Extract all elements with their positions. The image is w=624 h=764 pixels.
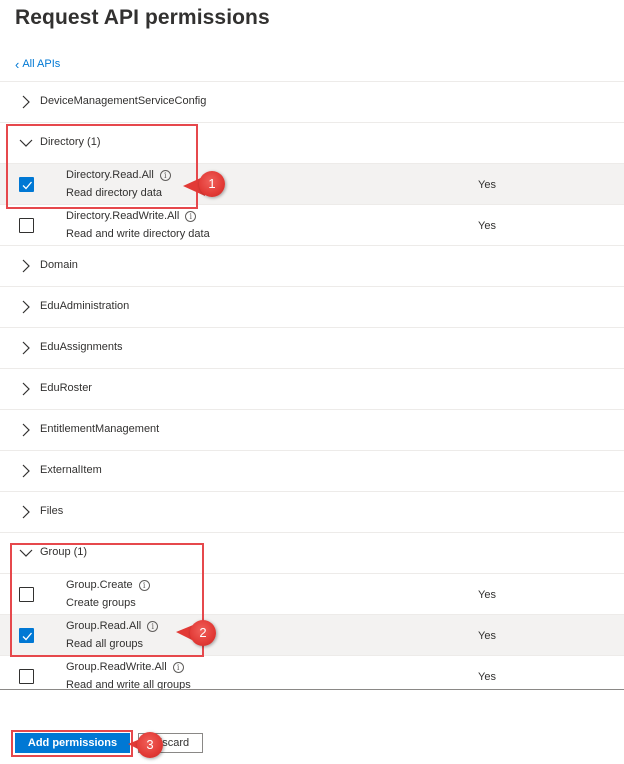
group-label: Directory (1): [40, 136, 101, 148]
permission-checkbox[interactable]: [19, 218, 34, 233]
info-icon[interactable]: i: [185, 210, 197, 222]
admin-consent-required: Yes: [478, 589, 496, 601]
admin-consent-required: Yes: [478, 630, 496, 642]
callout-badge-1: 1: [199, 171, 225, 197]
group-label: DeviceManagementServiceConfig: [40, 95, 207, 107]
group-row[interactable]: ExternalItem: [0, 450, 624, 491]
group-row[interactable]: EduAssignments: [0, 327, 624, 368]
group-label: EduAdministration: [40, 300, 130, 312]
footer-divider: [0, 689, 624, 690]
chevron-down-icon: [19, 135, 33, 151]
permission-description: Read and write all groups: [66, 679, 191, 689]
permission-name: Directory.ReadWrite.All i: [66, 210, 197, 222]
info-icon[interactable]: i: [147, 620, 159, 632]
permission-description: Read directory data: [66, 187, 162, 199]
permission-description: Read all groups: [66, 638, 144, 650]
permission-checkbox[interactable]: [19, 587, 34, 602]
group-label: Files: [40, 505, 64, 517]
permission-name: Group.Read.All i: [66, 620, 159, 632]
permission-name: Group.Create i: [66, 579, 150, 591]
info-icon[interactable]: i: [172, 661, 184, 673]
admin-consent-required: Yes: [478, 179, 496, 191]
chevron-right-icon: [19, 422, 33, 438]
group-row[interactable]: Directory (1): [0, 122, 624, 163]
all-apis-link-label: All APIs: [22, 58, 61, 70]
permissions-list[interactable]: DeviceManagementServiceConfig Directory (…: [0, 81, 624, 689]
permission-description: Read and write directory data: [66, 228, 210, 240]
group-row[interactable]: Domain: [0, 245, 624, 286]
group-label: ExternalItem: [40, 464, 102, 476]
admin-consent-required: Yes: [478, 220, 496, 232]
permission-checkbox[interactable]: [19, 628, 34, 643]
add-permissions-button[interactable]: Add permissions: [15, 733, 130, 753]
chevron-right-icon: [19, 340, 33, 356]
group-label: EduAssignments: [40, 341, 123, 353]
permission-name-text: Directory.ReadWrite.All: [66, 210, 180, 222]
permission-row[interactable]: Group.ReadWrite.All i Read and write all g…: [0, 655, 624, 689]
permission-row[interactable]: Group.Read.All i Read all groups Yes: [0, 614, 624, 655]
permission-name: Group.ReadWrite.All i: [66, 661, 184, 673]
callout-badge-3: 3: [137, 732, 163, 758]
chevron-right-icon: [19, 504, 33, 520]
permission-description: Create groups: [66, 597, 136, 609]
chevron-right-icon: [19, 463, 33, 479]
permission-row[interactable]: Directory.ReadWrite.All i Read and write d…: [0, 204, 624, 245]
permission-name-text: Group.Create: [66, 579, 133, 591]
permission-name: Directory.Read.All i: [66, 169, 171, 181]
group-label: EntitlementManagement: [40, 423, 160, 435]
info-icon[interactable]: i: [138, 579, 150, 591]
chevron-left-icon: ‹: [15, 56, 20, 72]
permission-checkbox[interactable]: [19, 669, 34, 684]
group-row[interactable]: EduRoster: [0, 368, 624, 409]
group-row[interactable]: Files: [0, 491, 624, 532]
group-row[interactable]: EntitlementManagement: [0, 409, 624, 450]
chevron-down-icon: [19, 545, 33, 561]
permission-checkbox[interactable]: [19, 177, 34, 192]
chevron-right-icon: [19, 258, 33, 274]
group-label: EduRoster: [40, 382, 92, 394]
group-row[interactable]: EduAdministration: [0, 286, 624, 327]
page-title: Request API permissions: [15, 6, 270, 29]
info-icon[interactable]: i: [159, 169, 171, 181]
group-label: Domain: [40, 259, 78, 271]
chevron-right-icon: [19, 299, 33, 315]
group-label: Group (1): [40, 546, 88, 558]
group-row[interactable]: DeviceManagementServiceConfig: [0, 81, 624, 122]
callout-badge-2: 2: [190, 620, 216, 646]
permission-row[interactable]: Group.Create i Create groups Yes: [0, 573, 624, 614]
permission-row[interactable]: Directory.Read.All i Read directory data Ye…: [0, 163, 624, 204]
all-apis-link[interactable]: ‹ All APIs: [15, 56, 61, 72]
group-row[interactable]: Group (1): [0, 532, 624, 573]
permission-name-text: Group.ReadWrite.All: [66, 661, 167, 673]
permission-name-text: Directory.Read.All: [66, 169, 154, 181]
chevron-right-icon: [19, 381, 33, 397]
chevron-right-icon: [19, 94, 33, 110]
admin-consent-required: Yes: [478, 671, 496, 683]
permission-name-text: Group.Read.All: [66, 620, 142, 632]
